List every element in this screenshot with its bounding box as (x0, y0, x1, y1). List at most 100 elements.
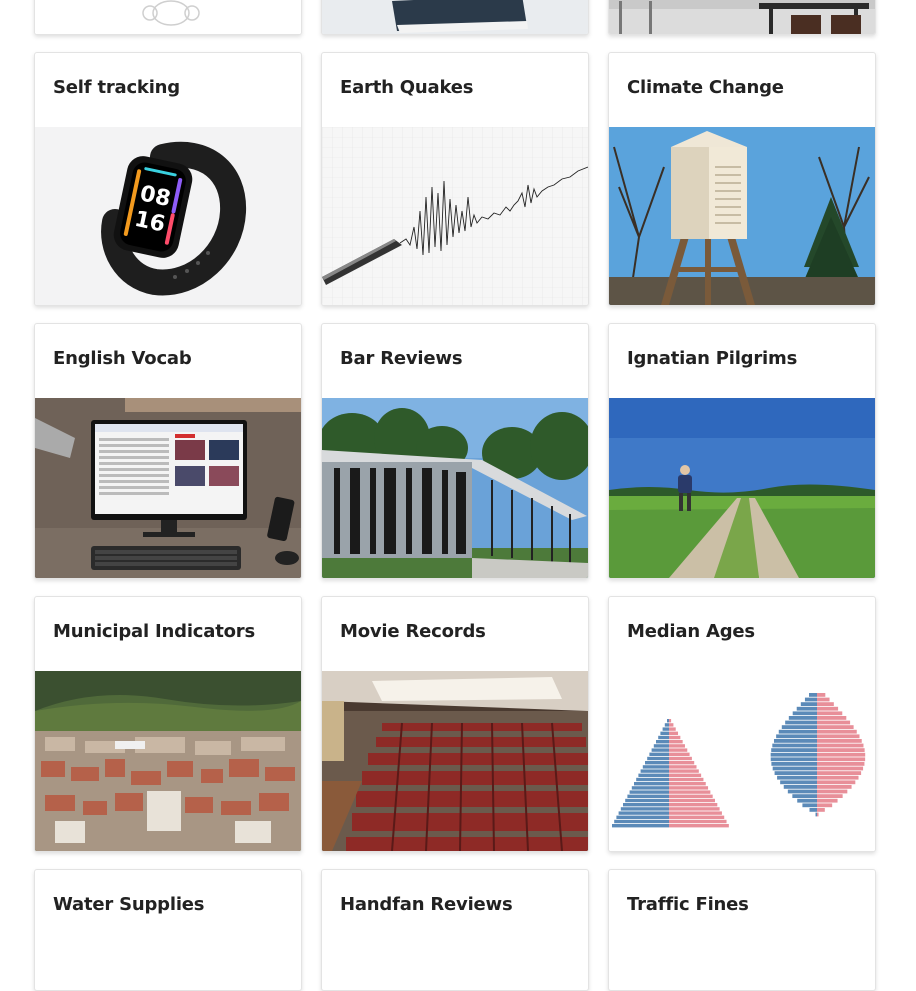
pyramid-bar (664, 723, 669, 727)
pyramid-bar (669, 777, 704, 782)
pyramid-bar (638, 773, 669, 777)
pyramid-bar (796, 706, 817, 711)
card-water-supplies[interactable]: Water Supplies (34, 869, 302, 991)
pyramid-bar (817, 734, 860, 739)
card-image (35, 0, 301, 34)
pyramid-bar (612, 824, 669, 828)
card-top-partial-2[interactable] (321, 0, 589, 35)
card-movie-records[interactable]: Movie Records (321, 596, 589, 852)
pyramid-bar (817, 775, 859, 780)
pyramid-bar (817, 752, 866, 757)
card-image (35, 671, 301, 851)
card-english-vocab[interactable]: English Vocab (34, 323, 302, 579)
pyramid-bar (817, 771, 862, 775)
card-title: English Vocab (53, 348, 192, 369)
pyramid-bar (669, 731, 679, 735)
pyramid-bar (792, 711, 817, 716)
pyramid-bar (817, 798, 838, 803)
pyramid-bar (669, 740, 683, 744)
pyramid-bar (817, 757, 866, 762)
card-bar-reviews[interactable]: Bar Reviews (321, 323, 589, 579)
pyramid-bar (616, 815, 669, 819)
pyramid-bar (669, 719, 672, 723)
pyramid-bar (669, 824, 729, 828)
card-title: Municipal Indicators (53, 621, 255, 642)
card-top-partial-3[interactable] (608, 0, 876, 35)
pyramid-bar (669, 807, 720, 811)
pyramid-bar (645, 761, 669, 765)
pyramid-bar (772, 743, 817, 748)
card-climate-change[interactable]: Climate Change (608, 52, 876, 306)
weather-station-image (609, 127, 875, 305)
card-title: Bar Reviews (340, 348, 463, 369)
card-municipal-indicators[interactable]: Municipal Indicators (34, 596, 302, 852)
pyramid-bar (658, 735, 669, 740)
town-aerial-image (35, 671, 301, 851)
card-earth-quakes[interactable]: Earth Quakes (321, 52, 589, 306)
pyramid-bar (817, 789, 848, 794)
pyramid-bar (817, 693, 826, 697)
pyramid-bar (669, 773, 702, 777)
pyramid-bar (634, 782, 669, 786)
card-image: 08 16 (35, 127, 301, 305)
modern-building-image (322, 398, 588, 578)
card-title: Ignatian Pilgrims (627, 348, 798, 369)
pyramid-bar (669, 798, 715, 803)
card-handfan-reviews[interactable]: Handfan Reviews (321, 869, 589, 991)
pyramid-bar (618, 811, 669, 815)
card-image (35, 398, 301, 578)
card-traffic-fines[interactable]: Traffic Fines (608, 869, 876, 991)
card-image (322, 671, 588, 851)
pyramid-bar (669, 790, 711, 794)
pyramid-bar (669, 752, 690, 756)
pyramid-bar (817, 803, 833, 808)
pyramid-bar (817, 720, 851, 725)
pyramid-bar (817, 706, 839, 711)
pilgrim-path-image (609, 398, 875, 578)
pyramid-bar (817, 739, 862, 743)
pyramid-bar (817, 711, 843, 716)
card-image (322, 0, 588, 34)
pyramid-bar (669, 756, 692, 761)
pyramid-bar (804, 697, 817, 702)
pyramid-bar (785, 720, 817, 725)
pyramid-bar (817, 766, 864, 771)
card-ignatian-pilgrims[interactable]: Ignatian Pilgrims (608, 323, 876, 579)
card-self-tracking[interactable]: Self tracking 08 16 (34, 52, 302, 306)
pyramid-bar (669, 786, 709, 790)
card-title: Earth Quakes (340, 77, 474, 98)
pyramid-bar (771, 762, 817, 766)
pyramid-bar (802, 803, 817, 808)
seismograph-image (322, 127, 588, 305)
card-image (609, 127, 875, 305)
pyramid-bar (815, 812, 817, 817)
pyramid-bar (636, 777, 669, 782)
pyramid-bar (651, 748, 669, 752)
cinema-seats-image (322, 671, 588, 851)
card-title: Self tracking (53, 77, 180, 98)
card-top-partial-1[interactable] (34, 0, 302, 35)
pyramid-bar (817, 808, 825, 812)
card-image (322, 127, 588, 305)
pyramid-bar (817, 748, 865, 752)
pyramid-bar (787, 789, 817, 794)
pyramid-bar (817, 794, 843, 798)
card-image (609, 0, 875, 34)
card-median-ages[interactable]: Median Ages (608, 596, 876, 852)
pyramid-bar (653, 744, 669, 748)
card-title: Median Ages (627, 621, 755, 642)
pyramid-bar (620, 807, 669, 811)
pyramid-bar (642, 765, 669, 769)
pyramid-bar (773, 739, 817, 743)
pyramid-bar (627, 794, 669, 798)
pyramid-bar (669, 811, 722, 815)
pyramid-bar (817, 762, 865, 766)
card-image (609, 398, 875, 578)
card-title: Water Supplies (53, 894, 205, 915)
pyramid-bar (783, 785, 817, 789)
pyramid-bar (640, 769, 669, 773)
pyramid-bar (669, 761, 695, 765)
pyramid-bar (781, 725, 817, 729)
pyramid-bar (772, 766, 817, 771)
pyramid-bar (629, 790, 669, 794)
